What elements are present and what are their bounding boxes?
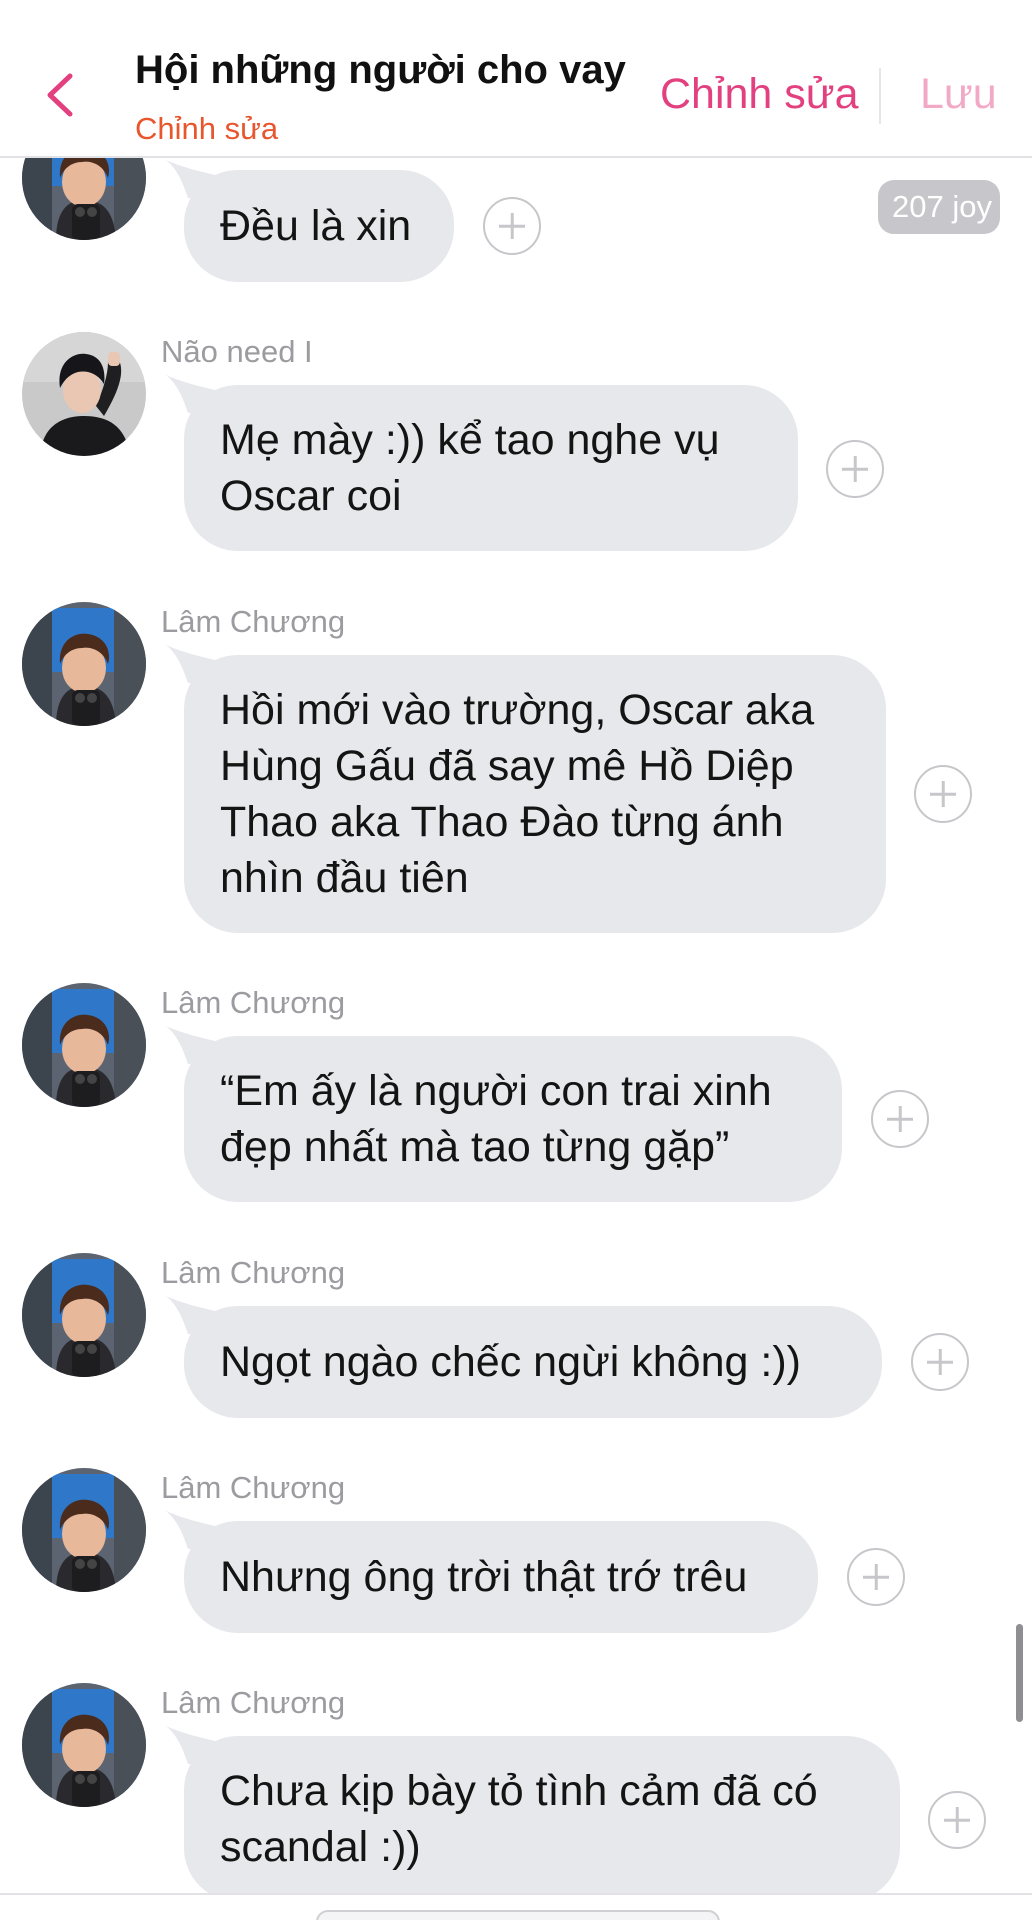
add-reaction-button[interactable] <box>847 1548 905 1606</box>
message-bubble[interactable]: “Em ấy là người con trai xinh đẹp nhất m… <box>166 1026 842 1202</box>
message-bubble[interactable]: Hồi mới vào trường, Oscar aka Hùng Gấu đ… <box>166 645 886 933</box>
back-button[interactable] <box>40 70 84 120</box>
add-reaction-button[interactable] <box>928 1791 986 1849</box>
message-bubble[interactable]: Ngọt ngào chếc ngừi không :)) <box>166 1296 882 1418</box>
avatar-lam-chuong[interactable] <box>22 983 146 1107</box>
avatar-photo <box>22 1468 146 1592</box>
sender-name: Lâm Chương <box>161 1255 346 1290</box>
avatar-lam-chuong[interactable] <box>22 602 146 726</box>
chat-screen: Hội những người cho vay Chỉnh sửa Chỉnh … <box>0 0 1032 1920</box>
chevron-left-icon <box>47 73 73 117</box>
message-text: Ngọt ngào chếc ngừi không :)) <box>220 1338 801 1386</box>
sender-name: Não need I <box>161 334 313 369</box>
avatar-lam-chuong[interactable] <box>22 1253 146 1377</box>
avatar-photo <box>22 1253 146 1377</box>
avatar-photo <box>22 983 146 1107</box>
avatar-nao-need-i[interactable] <box>22 332 146 456</box>
message-bubble[interactable]: Chưa kịp bày tỏ tình cảm đã có scandal :… <box>166 1726 900 1902</box>
message-bubble[interactable]: Đều là xin <box>166 160 454 282</box>
bubble-tail <box>162 373 232 413</box>
bubble-tail <box>162 158 232 198</box>
bubble-tail <box>162 1724 232 1764</box>
message-text: Hồi mới vào trường, Oscar aka Hùng Gấu đ… <box>220 686 815 902</box>
add-reaction-button[interactable] <box>826 440 884 498</box>
message-text: Chưa kịp bày tỏ tình cảm đã có scandal :… <box>220 1767 818 1871</box>
avatar-lam-chuong[interactable] <box>22 1683 146 1807</box>
add-reaction-button[interactable] <box>914 765 972 823</box>
reaction-count-badge[interactable]: 207 joy <box>878 180 1000 234</box>
avatar-lam-chuong[interactable] <box>22 1468 146 1592</box>
message-bubble[interactable]: Mẹ mày :)) kể tao nghe vụ Oscar coi <box>166 375 798 551</box>
avatar-photo <box>22 1683 146 1807</box>
sender-name: Lâm Chương <box>161 1470 346 1505</box>
group-title: Hội những người cho vay <box>135 48 626 92</box>
header-divider <box>879 68 881 124</box>
chat-header: Hội những người cho vay Chỉnh sửa Chỉnh … <box>0 0 1032 158</box>
bubble-tail <box>162 643 232 683</box>
message-input-edge[interactable] <box>316 1910 720 1920</box>
bubble-tail <box>162 1024 232 1064</box>
sender-name: Lâm Chương <box>161 985 346 1020</box>
message-text: Mẹ mày :)) kể tao nghe vụ Oscar coi <box>220 416 720 520</box>
add-reaction-button[interactable] <box>911 1333 969 1391</box>
message-text: Nhưng ông trời thật trớ trêu <box>220 1553 748 1601</box>
message-text: “Em ấy là người con trai xinh đẹp nhất m… <box>220 1067 772 1171</box>
bubble-tail <box>162 1509 232 1549</box>
message-bubble[interactable]: Nhưng ông trời thật trớ trêu <box>166 1511 818 1633</box>
edit-button[interactable]: Chỉnh sửa <box>660 70 859 119</box>
bubble-tail <box>162 1294 232 1334</box>
avatar-photo <box>22 602 146 726</box>
sender-name: Lâm Chương <box>161 1685 346 1720</box>
group-subtitle[interactable]: Chỉnh sửa <box>135 111 278 147</box>
scrollbar[interactable] <box>1016 1624 1023 1722</box>
add-reaction-button[interactable] <box>483 197 541 255</box>
sender-name: Lâm Chương <box>161 604 346 639</box>
add-reaction-button[interactable] <box>871 1090 929 1148</box>
avatar-photo <box>22 332 146 456</box>
save-button[interactable]: Lưu <box>920 70 997 119</box>
message-text: Đều là xin <box>220 202 412 250</box>
